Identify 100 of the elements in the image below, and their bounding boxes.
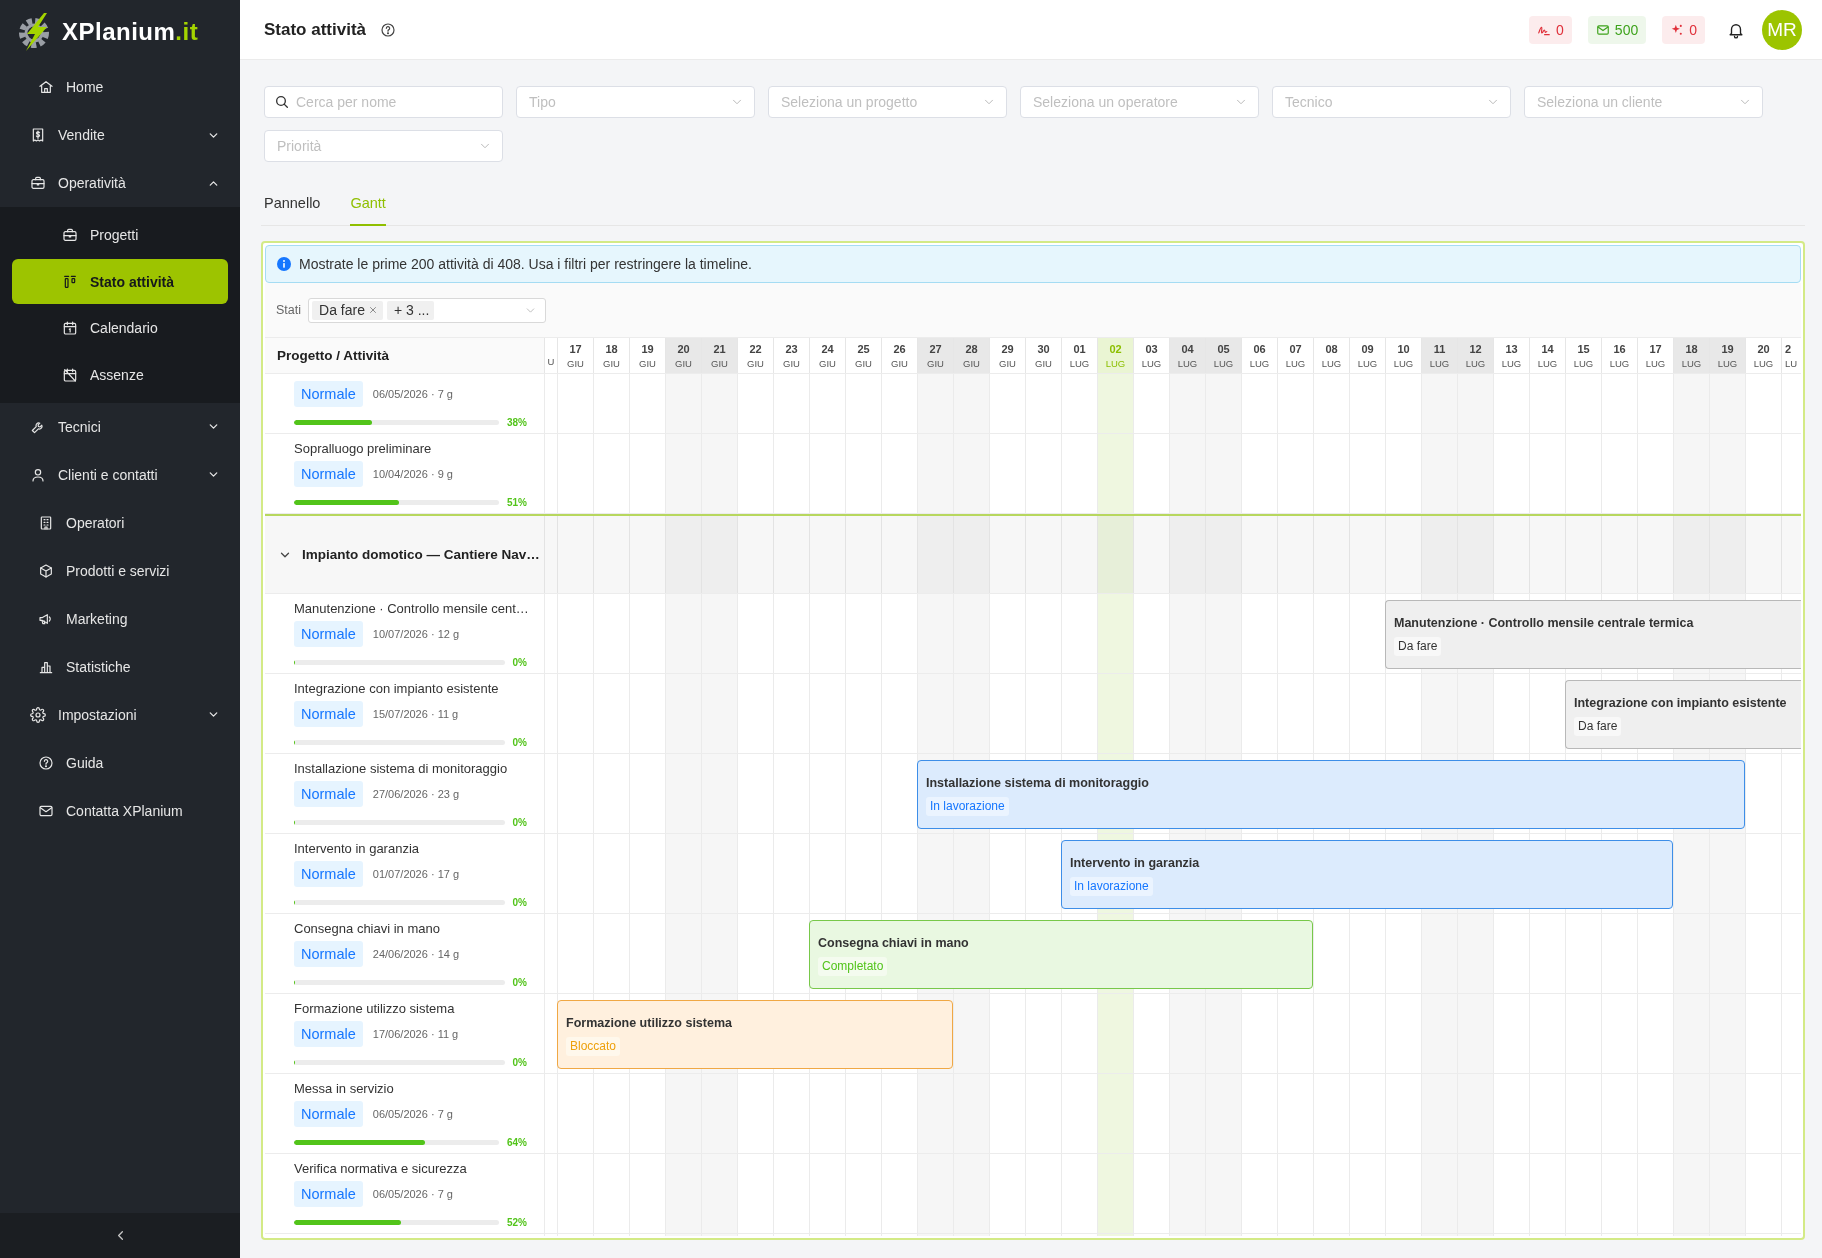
month-label: LUG — [1573, 357, 1594, 369]
task-schedule: 06/05/2026 · 7 g — [372, 1188, 453, 1200]
month-label: GIU — [1035, 357, 1052, 369]
priority-tag: Normale — [294, 701, 363, 727]
day-number: 13 — [1505, 342, 1518, 355]
building-icon — [38, 514, 54, 531]
status-tag: Da fare — [1574, 717, 1622, 736]
task-title: Sopralluogo preliminare — [294, 440, 433, 458]
gantt-bar[interactable]: Intervento in garanzia In lavorazione — [1061, 840, 1673, 909]
day-number: 28 — [965, 342, 978, 355]
calendar-off-icon — [62, 366, 78, 383]
gantt-bar[interactable]: Integrazione con impianto esistente Da fare — [1565, 680, 1801, 749]
tab[interactable]: Pannello — [264, 181, 321, 226]
nav-item[interactable]: Assenze — [12, 352, 228, 397]
month-label: GIU — [927, 357, 944, 369]
month-label: LUG — [1681, 357, 1702, 369]
day-number: 15 — [1577, 342, 1590, 355]
nav-item[interactable]: Guida — [0, 738, 240, 787]
task-schedule: 10/07/2026 · 12 g — [372, 628, 460, 640]
nav-item[interactable]: Tecnici — [0, 402, 240, 451]
group-title: Impianto domotico — Cantiere Nav… — [302, 547, 540, 562]
briefcase-icon — [62, 227, 78, 243]
task-title: Installazione sistema di monitoraggio — [294, 760, 509, 778]
status-select[interactable]: Da fare + 3 ... — [308, 297, 546, 323]
day-number: 05 — [1217, 342, 1230, 355]
task-title: Intervento in garanzia — [294, 840, 421, 858]
day-number: 20 — [1757, 342, 1770, 355]
month-label: GIU — [819, 357, 836, 369]
gantt-bar[interactable]: Formazione utilizzo sistema Bloccato — [557, 1000, 953, 1069]
day-number: 22 — [749, 342, 762, 355]
task-title: Manutenzione · Controllo mensile cent… — [294, 600, 527, 618]
day-number: 09 — [1361, 342, 1374, 355]
progress-percent: 52% — [507, 1216, 527, 1228]
nav-item[interactable]: Home — [0, 63, 240, 111]
month-label: GIU — [603, 357, 620, 369]
status-tag: Completato — [818, 957, 888, 976]
day-number: 18 — [605, 342, 618, 355]
page-title: Stato attività — [264, 19, 367, 40]
day-number: 02 — [1109, 342, 1122, 355]
month-label: LUG — [1285, 357, 1306, 369]
nav-item[interactable]: Calendario — [12, 305, 228, 351]
priority-tag: Normale — [294, 461, 363, 487]
status-chip[interactable]: Da fare — [312, 300, 383, 320]
month-label: LUG — [1177, 357, 1198, 369]
month-label: LUG — [1069, 357, 1090, 369]
calendar-icon — [62, 320, 78, 336]
gantt-bar[interactable]: Installazione sistema di monitoraggio In lavorazione — [917, 760, 1745, 829]
day-number: 11 — [1433, 342, 1446, 355]
counter-badge[interactable]: 0 — [1662, 15, 1705, 44]
month-label: LUG — [1501, 357, 1522, 369]
help-icon[interactable] — [380, 21, 397, 38]
nav-item[interactable]: Marketing — [0, 594, 240, 643]
status-tag: Da fare — [1394, 637, 1442, 656]
priority-tag: Normale — [294, 1101, 363, 1127]
nav-item[interactable]: Contatta XPlanium — [0, 786, 240, 835]
day-number: 16 — [1613, 342, 1626, 355]
month-label: GIU — [891, 357, 908, 369]
priority-tag: Normale — [294, 621, 363, 647]
nav-item[interactable]: Statistiche — [0, 642, 240, 691]
counter-badge[interactable]: 0 — [1529, 15, 1572, 44]
day-number: 03 — [1145, 342, 1158, 355]
task-title: Integrazione con impianto esistente — [294, 680, 500, 698]
mail-icon — [1595, 22, 1610, 37]
month-label: GIU — [963, 357, 980, 369]
nav-item[interactable]: Vendite — [0, 111, 240, 159]
day-number: 23 — [785, 342, 798, 355]
nav-item[interactable]: Prodotti e servizi — [0, 546, 240, 595]
task-schedule: 24/06/2026 · 14 g — [372, 948, 460, 960]
task-schedule: 06/05/2026 · 7 g — [372, 1108, 453, 1120]
status-tag: Bloccato — [566, 1037, 621, 1056]
gantt-bar[interactable]: Manutenzione · Controllo mensile centrale termica Da fare — [1385, 600, 1801, 669]
nav-item[interactable]: Clienti e contatti — [0, 450, 240, 499]
close-icon[interactable] — [367, 305, 378, 315]
day-number: 12 — [1469, 342, 1482, 355]
month-label: LUG — [1429, 357, 1450, 369]
task-schedule: 17/06/2026 · 11 g — [372, 1028, 459, 1040]
month-label: LUG — [1717, 357, 1738, 369]
nav-item[interactable]: Stato attività — [12, 259, 228, 304]
help-circle-icon — [38, 754, 54, 771]
status-chip[interactable]: + 3 ... — [386, 300, 435, 320]
month-label: GIU — [639, 357, 656, 369]
month-label: GIU — [711, 357, 728, 369]
progress-percent: 51% — [507, 496, 527, 508]
status-tag: In lavorazione — [926, 797, 1009, 816]
month-label: U — [547, 356, 555, 367]
briefcase-icon — [30, 175, 46, 191]
bar-title: Installazione sistema di monitoraggio — [926, 775, 1149, 792]
filter-label: Stati — [276, 303, 301, 317]
nav-item[interactable]: Progetti — [12, 212, 228, 258]
gantt-bar[interactable]: Consegna chiavi in mano Completato — [809, 920, 1313, 989]
bar-title: Manutenzione · Controllo mensile centrale termica — [1394, 615, 1694, 632]
month-label: GIU — [675, 357, 692, 369]
progress-percent: 0% — [512, 656, 527, 668]
status-tag: In lavorazione — [1070, 877, 1153, 896]
day-number: 30 — [1037, 342, 1050, 355]
nav-item[interactable]: Operatori — [0, 498, 240, 547]
nav-item[interactable]: Impostazioni — [0, 690, 240, 739]
day-number: 06 — [1253, 342, 1266, 355]
day-number: 19 — [1721, 342, 1734, 355]
nav-item[interactable]: Operatività — [0, 159, 240, 207]
